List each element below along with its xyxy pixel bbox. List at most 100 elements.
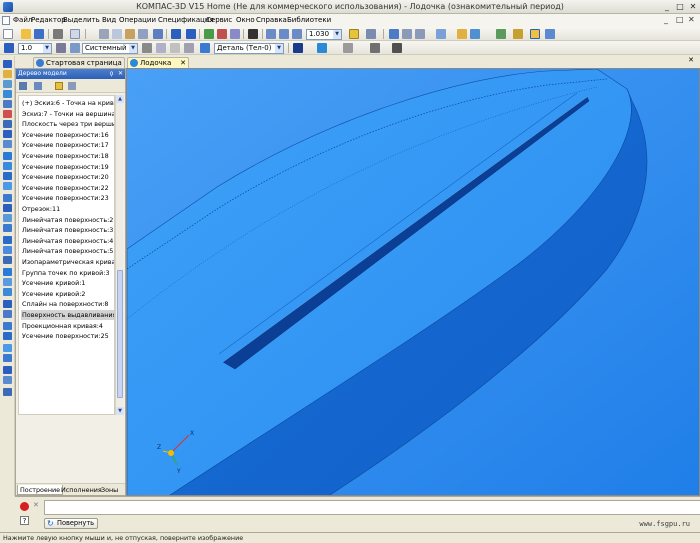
document-icon[interactable] [2,16,10,25]
more-tools-icon[interactable] [392,43,402,53]
detail-combo[interactable]: Деталь (Тел-0) ▼ [214,43,284,54]
redo-icon[interactable] [186,29,196,39]
reports-panel-icon[interactable] [3,140,12,148]
scroll-up-icon[interactable]: ▲ [116,95,124,103]
chamfer-icon[interactable] [3,224,12,232]
object-props-icon[interactable] [370,43,380,53]
show-all-icon[interactable] [415,29,425,39]
zoom-in-icon[interactable] [266,29,276,39]
sweep-icon[interactable] [3,182,12,190]
hole-icon[interactable] [3,256,12,264]
tree-item[interactable]: Отрезок:11 [21,204,61,214]
rotate-icon[interactable] [349,29,359,39]
copy-icon[interactable] [112,29,122,39]
chevron-down-icon[interactable]: ▼ [333,30,341,39]
shading-icon[interactable] [436,29,446,39]
color-icon[interactable] [293,43,303,53]
pan-icon[interactable] [389,29,399,39]
tree-item[interactable]: Усечение кривой:1 [21,278,86,288]
tree-settings-icon[interactable] [68,82,76,90]
extrude-icon[interactable] [3,152,12,160]
surface-trim-icon[interactable] [3,376,12,384]
line-style-icon[interactable] [343,43,353,53]
manager-icon[interactable] [204,29,214,39]
section-icon[interactable] [496,29,506,39]
cursor-icon[interactable] [545,29,555,39]
minimize-button[interactable]: _ [662,2,672,12]
stamp-icon[interactable] [3,332,12,340]
tree-item[interactable]: Группа точек по кривой:3 [21,268,111,278]
save-icon[interactable] [34,29,44,39]
tree-item[interactable]: Плоскость через три вершины:2 [21,119,114,129]
menu-file[interactable]: Файл [13,16,32,24]
rib-icon[interactable] [3,246,12,254]
preview-icon[interactable] [70,29,80,39]
tree-item[interactable]: Усечение кривой:2 [21,289,86,299]
tab-start-page[interactable]: Стартовая страница [33,57,125,68]
tree-item[interactable]: Усечение поверхности:19 [21,162,110,172]
stop-icon[interactable] [20,502,29,511]
properties-field[interactable] [44,500,700,515]
menu-editor[interactable]: Редактор [31,16,66,24]
help-cursor-icon[interactable] [248,29,258,39]
tab-lodochka[interactable]: Лодочка ✕ [127,57,189,68]
spec-panel-icon[interactable] [3,130,12,138]
print-icon[interactable] [53,29,63,39]
mdi-minimize-button[interactable]: _ [664,15,668,24]
zoom-out-icon[interactable] [292,29,302,39]
orientation-icon[interactable] [366,29,376,39]
zoom-combo[interactable]: 1.030 ▼ [306,29,342,40]
rotate-button[interactable]: ↻ Повернуть [44,518,99,529]
properties-icon[interactable] [153,29,163,39]
surfaces-panel-icon[interactable] [3,100,12,108]
menu-operations[interactable]: Операции [119,16,156,24]
chevron-down-icon[interactable]: ▼ [129,44,137,53]
tree-item[interactable]: Усечение поверхности:17 [21,140,110,150]
zoom-window-icon[interactable] [279,29,289,39]
menu-help[interactable]: Справка [256,16,287,24]
tree-item[interactable]: Усечение поверхности:16 [21,130,110,140]
tree-item[interactable]: Усечение поверхности:18 [21,151,110,161]
tree-item[interactable]: Усечение поверхности:20 [21,172,110,182]
chevron-down-icon[interactable]: ▼ [43,44,51,53]
surface-revolve-icon[interactable] [3,354,12,362]
surface-extrude-icon[interactable] [3,344,12,352]
close-icon[interactable]: ✕ [117,69,124,79]
close-icon[interactable]: ✕ [180,58,186,68]
new-document-icon[interactable] [3,29,13,39]
tree-item[interactable]: Эскиз:7 - Точки на вершинах бортов [21,109,114,119]
scroll-thumb[interactable] [117,270,123,398]
coordinates-icon[interactable] [184,43,194,53]
grid-step-icon[interactable] [4,43,14,53]
measure-panel-icon[interactable] [3,110,12,118]
split-icon[interactable] [3,268,12,276]
geometry-panel-icon[interactable] [3,60,12,68]
pin-icon[interactable]: ϙ [108,69,115,79]
mdi-restore-button[interactable]: □ [676,15,684,24]
menu-select[interactable]: Выделить [63,16,100,24]
edit-panel-icon[interactable] [3,70,12,78]
filter-icon[interactable] [530,29,540,39]
library-icon[interactable] [513,29,523,39]
surface-color-icon[interactable] [317,43,327,53]
mdi-close-button[interactable]: ✕ [688,15,695,24]
refresh-icon[interactable] [402,29,412,39]
tree-item[interactable]: Поверхность выдавливания:2 [21,310,114,320]
tree-item[interactable]: Линейчатая поверхность:3 [21,225,114,235]
tree-item[interactable]: (+) Эскиз:6 - Точка на кривой [21,98,114,108]
auxiliary-panel-icon[interactable] [3,90,12,98]
fx-icon[interactable] [230,29,240,39]
loft-icon[interactable] [3,172,12,180]
format-painter-icon[interactable] [138,29,148,39]
tab-zones[interactable]: Зоны [99,485,120,495]
tree-item[interactable]: Усечение поверхности:23 [21,193,110,203]
cut-revolve-icon[interactable] [3,204,12,212]
fillet-icon[interactable] [3,214,12,222]
tree-item[interactable]: Усечение поверхности:25 [21,331,110,341]
layer-combo[interactable]: Системный слой (0) ▼ [82,43,138,54]
surface-patch-icon[interactable] [3,366,12,374]
3d-viewport[interactable]: X Y Z [126,68,700,496]
layer-icon[interactable] [70,43,80,53]
boolean-icon[interactable] [3,322,12,330]
tree-item[interactable]: Проекционная кривая:4 [21,321,104,331]
